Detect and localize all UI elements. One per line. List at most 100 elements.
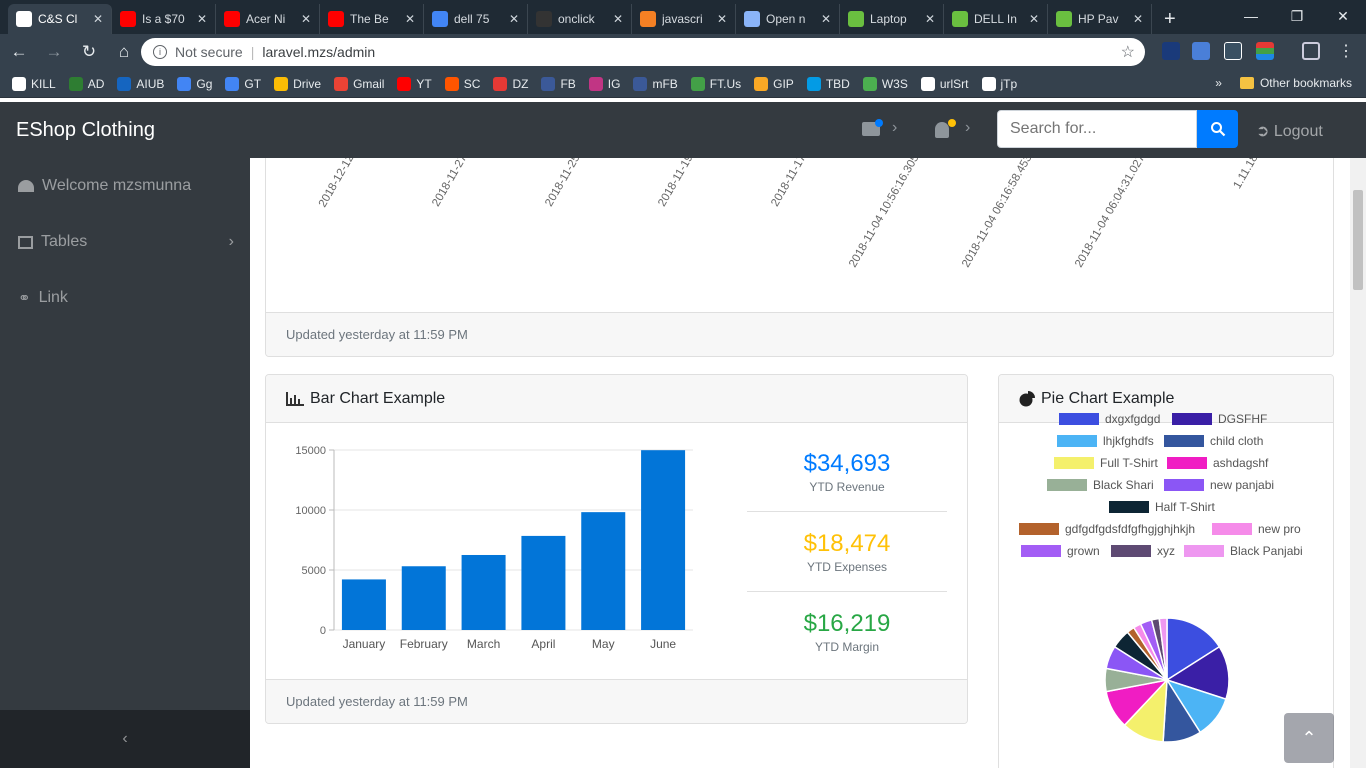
legend-item[interactable]: xyz: [1111, 544, 1175, 558]
browser-tab[interactable]: HP Pav ✕: [1048, 4, 1152, 34]
scroll-to-top-button[interactable]: ⌃: [1284, 713, 1334, 763]
bookmark-item[interactable]: FT.Us: [690, 76, 741, 91]
more-bookmarks-icon[interactable]: »: [1215, 76, 1222, 90]
legend-label: DGSFHF: [1218, 412, 1268, 426]
bookmark-item[interactable]: mFB: [633, 76, 678, 91]
browser-tab[interactable]: Laptop ✕: [840, 4, 944, 34]
browser-tab[interactable]: Open n ✕: [736, 4, 840, 34]
brand-link[interactable]: EShop Clothing: [16, 119, 155, 142]
translate-icon[interactable]: [1192, 42, 1210, 60]
home-icon[interactable]: ⌂: [108, 36, 140, 68]
bookmark-item[interactable]: YT: [397, 76, 432, 91]
close-window-icon[interactable]: ✕: [1320, 0, 1366, 32]
extension-color-icon[interactable]: [1256, 42, 1274, 60]
browser-tab[interactable]: javascri ✕: [632, 4, 736, 34]
legend-label: new panjabi: [1210, 478, 1275, 492]
legend-item[interactable]: Black Panjabi: [1184, 544, 1303, 558]
tab-title: DELL In: [974, 12, 1017, 26]
close-tab-icon[interactable]: ✕: [509, 12, 519, 26]
sidebar-item-tables[interactable]: Tables ›: [0, 214, 250, 270]
reload-icon[interactable]: ↻: [73, 36, 105, 68]
info-icon[interactable]: i: [153, 45, 167, 59]
legend-item[interactable]: Full T-Shirt: [1054, 456, 1158, 470]
bell-icon[interactable]: [935, 122, 949, 138]
browser-tab[interactable]: Acer Ni ✕: [216, 4, 320, 34]
bookmark-item[interactable]: GT: [225, 76, 261, 91]
bookmark-item[interactable]: FB: [541, 76, 576, 91]
page-scrollbar[interactable]: [1350, 158, 1366, 768]
bookmark-item[interactable]: TBD: [806, 76, 850, 91]
bookmark-item[interactable]: SC: [444, 76, 480, 91]
close-tab-icon[interactable]: ✕: [717, 12, 727, 26]
legend-swatch: [1164, 435, 1204, 447]
close-tab-icon[interactable]: ✕: [613, 12, 623, 26]
scrollbar-thumb[interactable]: [1353, 190, 1363, 290]
legend-item[interactable]: new pro: [1212, 522, 1301, 536]
search-input[interactable]: [997, 110, 1197, 148]
legend-item[interactable]: grown: [1021, 544, 1100, 558]
bookmark-item[interactable]: jTp: [981, 76, 1017, 91]
other-bookmarks[interactable]: » Other bookmarks: [1215, 76, 1352, 90]
browser-tab[interactable]: C&S Cl ✕: [8, 4, 112, 34]
bookmark-item[interactable]: IG: [588, 76, 620, 91]
sidebar-item-welcome[interactable]: Welcome mzsmunna: [0, 158, 250, 214]
bookmark-item[interactable]: urlSrt: [920, 76, 969, 91]
close-tab-icon[interactable]: ✕: [821, 12, 831, 26]
bar[interactable]: [521, 535, 566, 630]
messages-chevron-icon[interactable]: ›: [892, 119, 897, 137]
legend-item[interactable]: new panjabi: [1164, 478, 1274, 492]
bar[interactable]: [401, 566, 446, 630]
bookmark-item[interactable]: GIP: [754, 76, 794, 91]
legend-swatch: [1167, 457, 1207, 469]
sidebar-toggle[interactable]: ‹: [0, 710, 250, 768]
extension-cb-icon[interactable]: [1224, 42, 1242, 60]
alerts-chevron-icon[interactable]: ›: [965, 119, 970, 137]
bookmark-item[interactable]: W3S: [862, 76, 908, 91]
sidebar-item-link[interactable]: ⚭ Link: [0, 270, 250, 326]
legend-item[interactable]: lhjkfghdfs: [1057, 434, 1154, 448]
bookmark-item[interactable]: Drive: [274, 76, 321, 91]
close-tab-icon[interactable]: ✕: [1029, 12, 1039, 26]
search-button[interactable]: [1197, 110, 1238, 148]
browser-tab[interactable]: The Be ✕: [320, 4, 424, 34]
star-icon[interactable]: ☆: [1121, 42, 1135, 62]
extension-n-icon[interactable]: [1162, 42, 1180, 60]
logout-link[interactable]: ➲ Logout: [1256, 121, 1323, 141]
bar[interactable]: [641, 450, 686, 630]
bar[interactable]: [341, 579, 386, 630]
bookmark-item[interactable]: Gmail: [334, 76, 384, 91]
bookmark-item[interactable]: Gg: [177, 76, 212, 91]
legend-item[interactable]: gdfgdfgdsfdfgfhgjghjhkjh: [1019, 522, 1195, 536]
bookmark-item[interactable]: KILL: [12, 76, 56, 91]
bookmark-item[interactable]: AD: [68, 76, 104, 91]
legend-item[interactable]: child cloth: [1164, 434, 1263, 448]
legend-item[interactable]: dxgxfgdgd: [1059, 412, 1160, 426]
close-tab-icon[interactable]: ✕: [197, 12, 207, 26]
browser-tab[interactable]: dell 75 ✕: [424, 4, 528, 34]
new-tab-button[interactable]: +: [1152, 4, 1188, 34]
bookmark-item[interactable]: DZ: [493, 76, 528, 91]
restore-icon[interactable]: ❐: [1274, 0, 1320, 32]
back-icon[interactable]: ←: [3, 36, 35, 68]
close-tab-icon[interactable]: ✕: [1133, 12, 1143, 26]
close-tab-icon[interactable]: ✕: [93, 12, 103, 26]
browser-tab[interactable]: Is a $70 ✕: [112, 4, 216, 34]
minimize-icon[interactable]: —: [1228, 0, 1274, 32]
browser-tab[interactable]: onclick ✕: [528, 4, 632, 34]
legend-item[interactable]: Half T-Shirt: [1109, 500, 1215, 514]
bar[interactable]: [581, 512, 626, 630]
bookmark-item[interactable]: AIUB: [117, 76, 164, 91]
close-tab-icon[interactable]: ✕: [405, 12, 415, 26]
legend-item[interactable]: DGSFHF: [1172, 412, 1267, 426]
forward-icon[interactable]: →: [38, 36, 70, 68]
menu-icon[interactable]: ⋮: [1338, 41, 1354, 61]
close-tab-icon[interactable]: ✕: [301, 12, 311, 26]
browser-tab[interactable]: DELL In ✕: [944, 4, 1048, 34]
address-bar[interactable]: i Not secure | laravel.mzs/admin ☆: [141, 38, 1145, 66]
legend-item[interactable]: Black Shari: [1047, 478, 1154, 492]
legend-swatch: [1059, 413, 1099, 425]
legend-item[interactable]: ashdagshf: [1167, 456, 1268, 470]
bar[interactable]: [461, 554, 506, 630]
close-tab-icon[interactable]: ✕: [925, 12, 935, 26]
extension-puzzle-icon[interactable]: [1302, 42, 1320, 60]
